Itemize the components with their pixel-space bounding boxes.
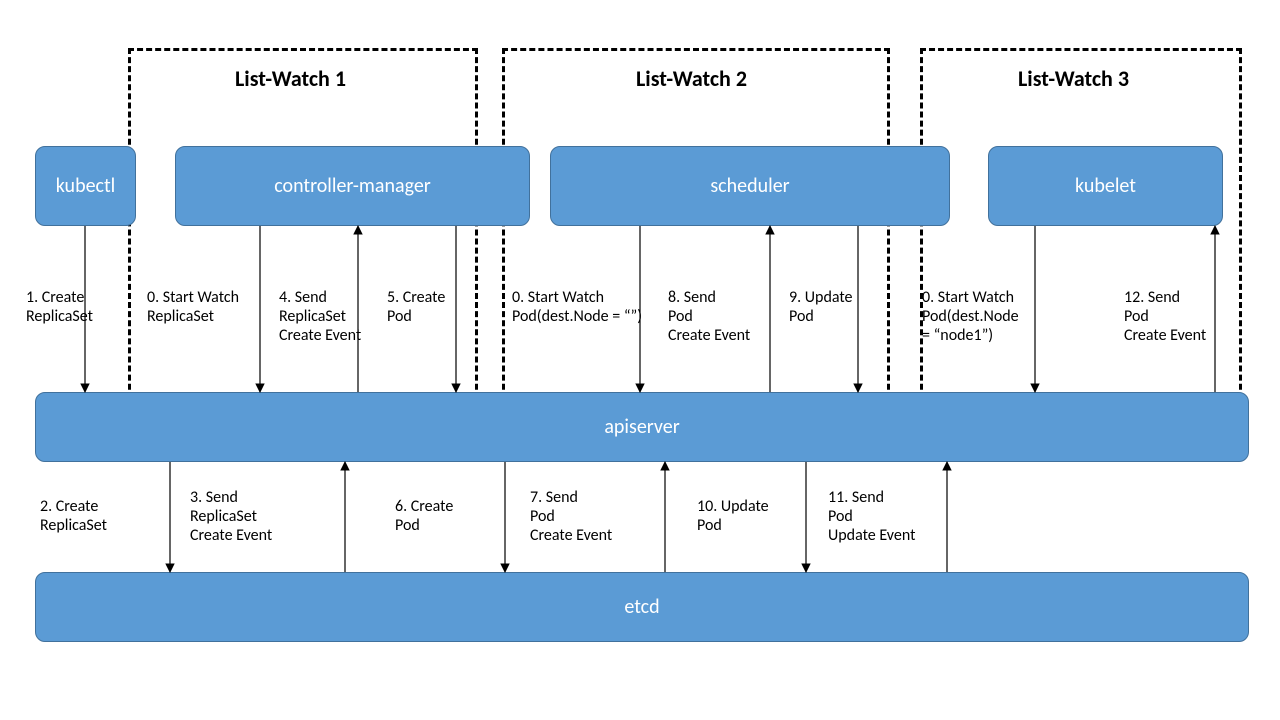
step-4-label: 4. Send ReplicaSet Create Event (279, 288, 361, 346)
kubelet-box: kubelet (988, 146, 1223, 226)
step-12-label: 12. Send Pod Create Event (1124, 288, 1206, 346)
step-0c-label: 0. Start Watch Pod(dest.Node = “node1”) (922, 288, 1019, 346)
step-0a-label: 0. Start Watch ReplicaSet (147, 288, 239, 326)
apiserver-box: apiserver (35, 392, 1249, 462)
controller-manager-label: controller-manager (274, 174, 431, 198)
listwatch-2-box (502, 48, 890, 426)
step-8-label: 8. Send Pod Create Event (668, 288, 750, 346)
scheduler-label: scheduler (710, 174, 789, 198)
step-0b-label: 0. Start Watch Pod(dest.Node = “”) (512, 288, 642, 326)
diagram-canvas: List-Watch 1 List-Watch 2 List-Watch 3 k… (0, 0, 1280, 720)
step-1-label: 1. Create ReplicaSet (26, 288, 93, 326)
listwatch-3-box (920, 48, 1242, 426)
scheduler-box: scheduler (550, 146, 950, 226)
listwatch-3-title: List-Watch 3 (1018, 65, 1129, 92)
kubectl-label: kubectl (56, 174, 116, 198)
listwatch-2-title: List-Watch 2 (636, 65, 747, 92)
etcd-box: etcd (35, 572, 1249, 642)
step-11-label: 11. Send Pod Update Event (828, 488, 915, 546)
etcd-label: etcd (624, 595, 659, 619)
listwatch-1-title: List-Watch 1 (235, 65, 346, 92)
step-9-label: 9. Update Pod (789, 288, 853, 326)
controller-manager-box: controller-manager (175, 146, 530, 226)
step-2-label: 2. Create ReplicaSet (40, 497, 107, 535)
apiserver-label: apiserver (604, 415, 679, 439)
step-6-label: 6. Create Pod (395, 497, 453, 535)
kubelet-label: kubelet (1075, 174, 1136, 198)
step-10-label: 10. Update Pod (697, 497, 769, 535)
step-3-label: 3. Send ReplicaSet Create Event (190, 488, 272, 546)
kubectl-box: kubectl (35, 146, 136, 226)
step-5-label: 5. Create Pod (387, 288, 445, 326)
listwatch-1-box (128, 48, 478, 426)
step-7-label: 7. Send Pod Create Event (530, 488, 612, 546)
